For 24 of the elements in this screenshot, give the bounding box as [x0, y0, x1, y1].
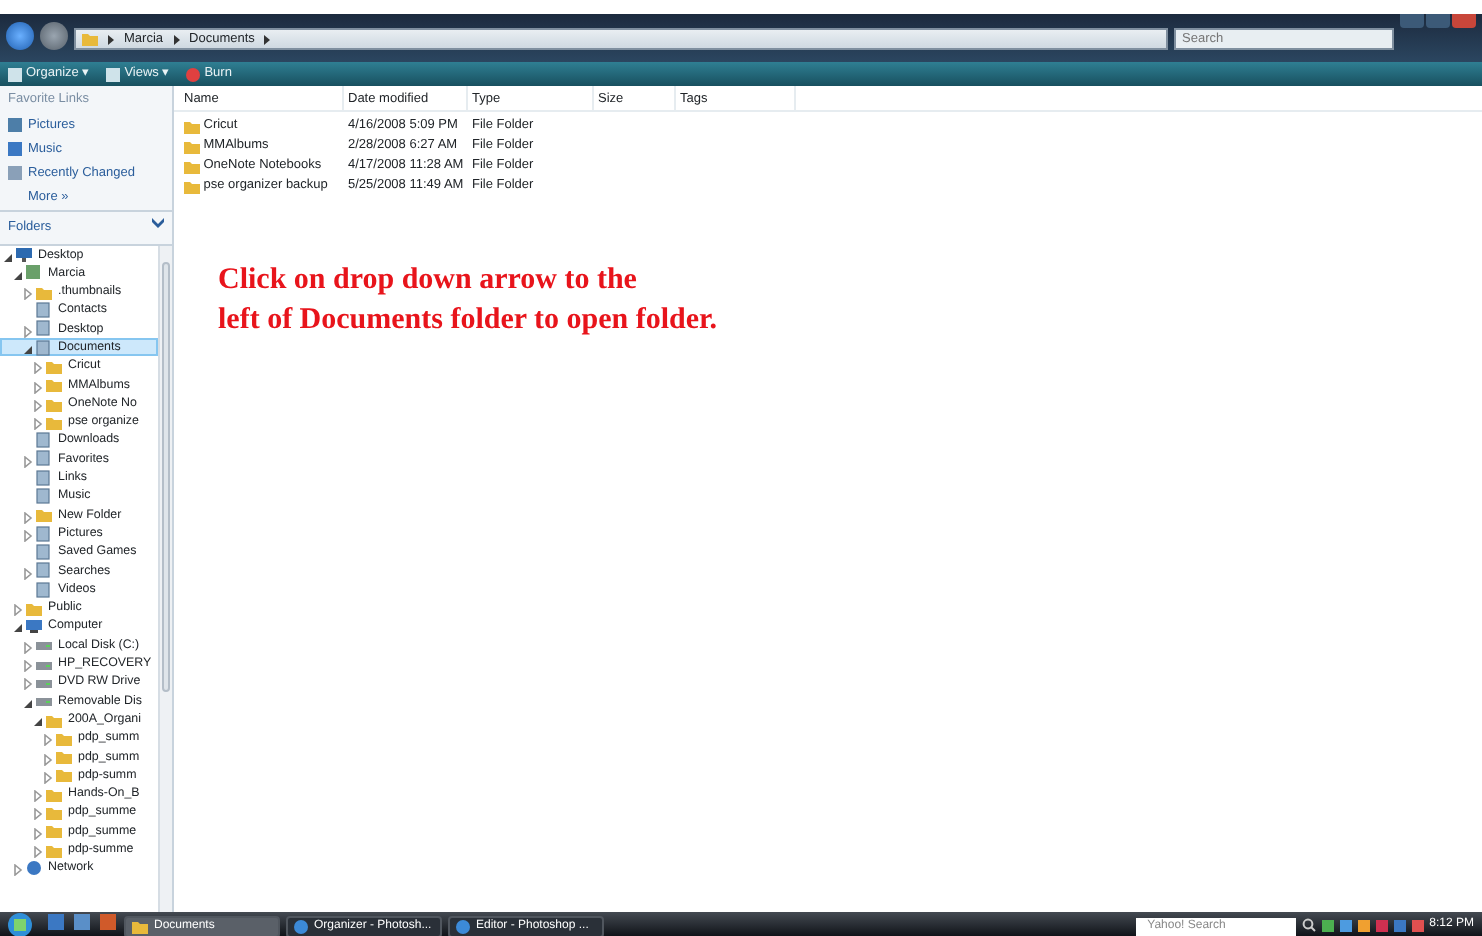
forward-button[interactable]	[40, 22, 68, 50]
app-icon	[456, 919, 470, 933]
instruction-text: left of Documents folder to open folder.	[218, 302, 720, 340]
expand-arrow-icon[interactable]	[32, 713, 44, 726]
breadcrumb-arrow-icon[interactable]	[106, 34, 116, 46]
computer-icon	[26, 618, 42, 635]
disc-icon	[186, 67, 201, 81]
instruction-text: Click on drop down arrow to the	[218, 262, 639, 300]
expand-arrow-icon[interactable]	[12, 620, 24, 633]
folder-icon	[132, 918, 148, 934]
breadcrumb-arrow-icon[interactable]	[262, 34, 273, 46]
expand-arrow-icon[interactable]	[22, 341, 34, 354]
app-icon	[294, 919, 308, 933]
scrollbar[interactable]	[158, 245, 172, 912]
back-button[interactable]	[6, 22, 34, 50]
monitor-icon	[16, 246, 32, 263]
folder-icon	[82, 30, 98, 46]
network-icon	[26, 859, 42, 876]
folder-icon	[26, 599, 42, 616]
folder-icon	[36, 283, 52, 300]
folder-icon	[36, 506, 52, 523]
search-icon	[1301, 918, 1316, 932]
breadcrumb-arrow-icon[interactable]	[171, 34, 182, 46]
chevron-icon	[152, 217, 164, 228]
